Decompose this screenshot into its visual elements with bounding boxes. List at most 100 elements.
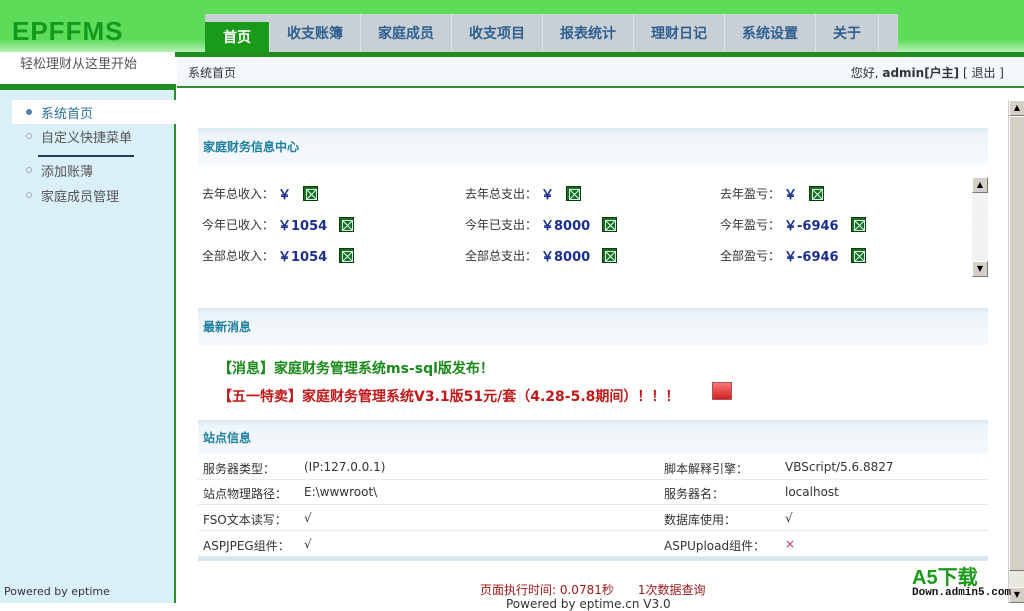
scroll-up-icon[interactable]: ▲ xyxy=(1009,100,1024,116)
finance-value: ￥ xyxy=(541,188,555,203)
table-cell: √ xyxy=(304,511,312,525)
finance-value: ￥-6946 xyxy=(784,250,839,265)
finance-item: 今年已收入： ￥1054 xyxy=(202,215,355,234)
excel-export-icon[interactable] xyxy=(809,186,825,201)
excel-export-icon[interactable] xyxy=(850,217,866,232)
excel-export-icon[interactable] xyxy=(339,217,355,232)
finance-value: ￥1054 xyxy=(278,250,328,265)
table-row: 站点物理路径： E:\wwwroot\ 服务器名： localhost xyxy=(198,479,988,505)
finance-label: 全部盈亏： xyxy=(720,249,781,263)
table-cell: 服务器类型： xyxy=(203,462,276,476)
excel-export-icon[interactable] xyxy=(339,248,355,263)
breadcrumb: 系统首页 xyxy=(188,66,237,80)
finance-value: ￥1054 xyxy=(278,219,328,234)
main-nav: 首页 收支账簿 家庭成员 收支项目 报表统计 理财日记 系统设置 关于 xyxy=(205,14,898,52)
finance-label: 去年总收入： xyxy=(202,187,275,201)
scroll-up-icon[interactable]: ▲ xyxy=(972,177,988,193)
finance-value: ￥-6946 xyxy=(784,219,839,234)
table-cell: ASPUpload组件： xyxy=(664,539,766,553)
finance-item: 去年总收入： ￥ xyxy=(202,184,319,203)
table-cell: VBScript/5.6.8827 xyxy=(785,460,894,474)
watermark-logo: A5下载 Down.admin5.com xyxy=(912,568,1011,599)
finance-value: ￥8000 xyxy=(541,250,591,265)
site-header: 站点信息 xyxy=(198,420,988,454)
sidebar-item-label: 自定义快捷菜单 xyxy=(41,130,133,146)
news-header: 最新消息 xyxy=(198,308,988,345)
sidebar-item[interactable]: 自定义快捷菜单 xyxy=(12,124,176,148)
finance-label: 去年盈亏： xyxy=(720,187,781,201)
logout-link[interactable]: [ 退出 ] xyxy=(963,66,1004,80)
table-cell: (IP:127.0.0.1) xyxy=(304,460,386,474)
table-cell: 站点物理路径： xyxy=(203,487,288,501)
sidebar-item[interactable]: 添加账薄 xyxy=(12,158,176,182)
finance-header: 家庭财务信息中心 xyxy=(198,128,988,165)
table-row: ASPJPEG组件： √ ASPUpload组件： × xyxy=(198,531,988,557)
finance-label: 今年盈亏： xyxy=(720,218,781,232)
scroll-down-icon[interactable]: ▼ xyxy=(1009,587,1024,603)
bullet-icon xyxy=(26,109,32,115)
watermark-sub: Down.admin5.com xyxy=(912,587,1012,599)
finance-label: 全部总支出： xyxy=(465,249,538,263)
excel-export-icon[interactable] xyxy=(850,248,866,263)
scroll-thumb[interactable] xyxy=(1009,116,1024,571)
finance-item: 今年盈亏： ￥-6946 xyxy=(720,215,866,234)
tab-2[interactable]: 家庭成员 xyxy=(361,14,452,52)
finance-item: 全部盈亏： ￥-6946 xyxy=(720,246,866,265)
tab-7[interactable]: 关于 xyxy=(816,14,879,52)
excel-export-icon[interactable] xyxy=(602,248,618,263)
bullet-icon xyxy=(26,133,32,139)
sidebar-item-label: 系统首页 xyxy=(41,106,94,122)
sidebar-item[interactable]: 系统首页 xyxy=(12,100,176,124)
table-row: FSO文本读写： √ 数据库使用： √ xyxy=(198,505,988,531)
excel-export-icon[interactable] xyxy=(602,217,618,232)
logo: EPFFMS xyxy=(12,16,124,46)
finance-label: 全部总收入： xyxy=(202,249,275,263)
table-cell: E:\wwwroot\ xyxy=(304,485,378,499)
exec-time: 页面执行时间: 0.0781秒 1次数据查询 xyxy=(480,583,706,597)
table-cell: 数据库使用： xyxy=(664,513,737,527)
tab-1[interactable]: 收支账簿 xyxy=(270,14,361,52)
greeting: 您好, xyxy=(850,66,879,80)
table-cell: 服务器名： xyxy=(664,487,725,501)
slogan: 轻松理财从这里开始 xyxy=(20,57,138,72)
excel-export-icon[interactable] xyxy=(566,186,582,201)
page-scrollbar[interactable]: ▲ ▼ xyxy=(1008,100,1024,603)
hot-icon xyxy=(712,382,732,400)
powered-by: Powered by eptime.cn V3.0 xyxy=(506,597,671,611)
finance-item: 全部总收入： ￥1054 xyxy=(202,246,355,265)
tab-5[interactable]: 理财日记 xyxy=(634,14,725,52)
finance-item: 去年盈亏： ￥ xyxy=(720,184,825,203)
user-info: 您好, admin[户主] [ 退出 ] xyxy=(851,64,1004,81)
bullet-icon xyxy=(26,167,32,173)
watermark-main: A5下载 xyxy=(912,567,978,589)
sidebar-item-label: 添加账薄 xyxy=(41,164,94,180)
sidebar-separator xyxy=(38,155,134,157)
sidebar-powered: Powered by eptime xyxy=(4,585,110,598)
table-cell: √ xyxy=(304,537,312,551)
table-cell: ASPJPEG组件： xyxy=(203,539,290,553)
table-cell: FSO文本读写： xyxy=(203,513,287,527)
table-cell: localhost xyxy=(785,485,839,499)
finance-item: 去年总支出： ￥ xyxy=(465,184,582,203)
table-cell: 脚本解释引擎： xyxy=(664,462,749,476)
finance-item: 全部总支出： ￥8000 xyxy=(465,246,618,265)
sidebar-item-label: 家庭成员管理 xyxy=(41,189,120,205)
tab-6[interactable]: 系统设置 xyxy=(725,14,816,52)
table-row: 服务器类型： (IP:127.0.0.1) 脚本解释引擎： VBScript/5.6.… xyxy=(198,454,988,480)
finance-scrollbar[interactable]: ▲ ▼ xyxy=(972,177,988,277)
sidebar-item[interactable]: 家庭成员管理 xyxy=(12,183,176,207)
finance-label: 今年已支出： xyxy=(465,218,538,232)
news-item[interactable]: 【五一特卖】家庭财务管理系统V3.1版51元/套（4.28-5.8期间）！！！ xyxy=(218,386,679,406)
table-end xyxy=(198,557,988,561)
tab-3[interactable]: 收支项目 xyxy=(452,14,543,52)
tab-4[interactable]: 报表统计 xyxy=(543,14,634,52)
tab-0[interactable]: 首页 xyxy=(205,14,270,52)
news-item[interactable]: 【消息】家庭财务管理系统ms-sql版发布！ xyxy=(218,358,494,378)
username: admin[户主] xyxy=(882,66,960,80)
finance-label: 今年已收入： xyxy=(202,218,275,232)
scroll-down-icon[interactable]: ▼ xyxy=(972,261,988,277)
bullet-icon xyxy=(26,192,32,198)
excel-export-icon[interactable] xyxy=(303,186,319,201)
finance-value: ￥ xyxy=(784,188,798,203)
finance-item: 今年已支出： ￥8000 xyxy=(465,215,618,234)
